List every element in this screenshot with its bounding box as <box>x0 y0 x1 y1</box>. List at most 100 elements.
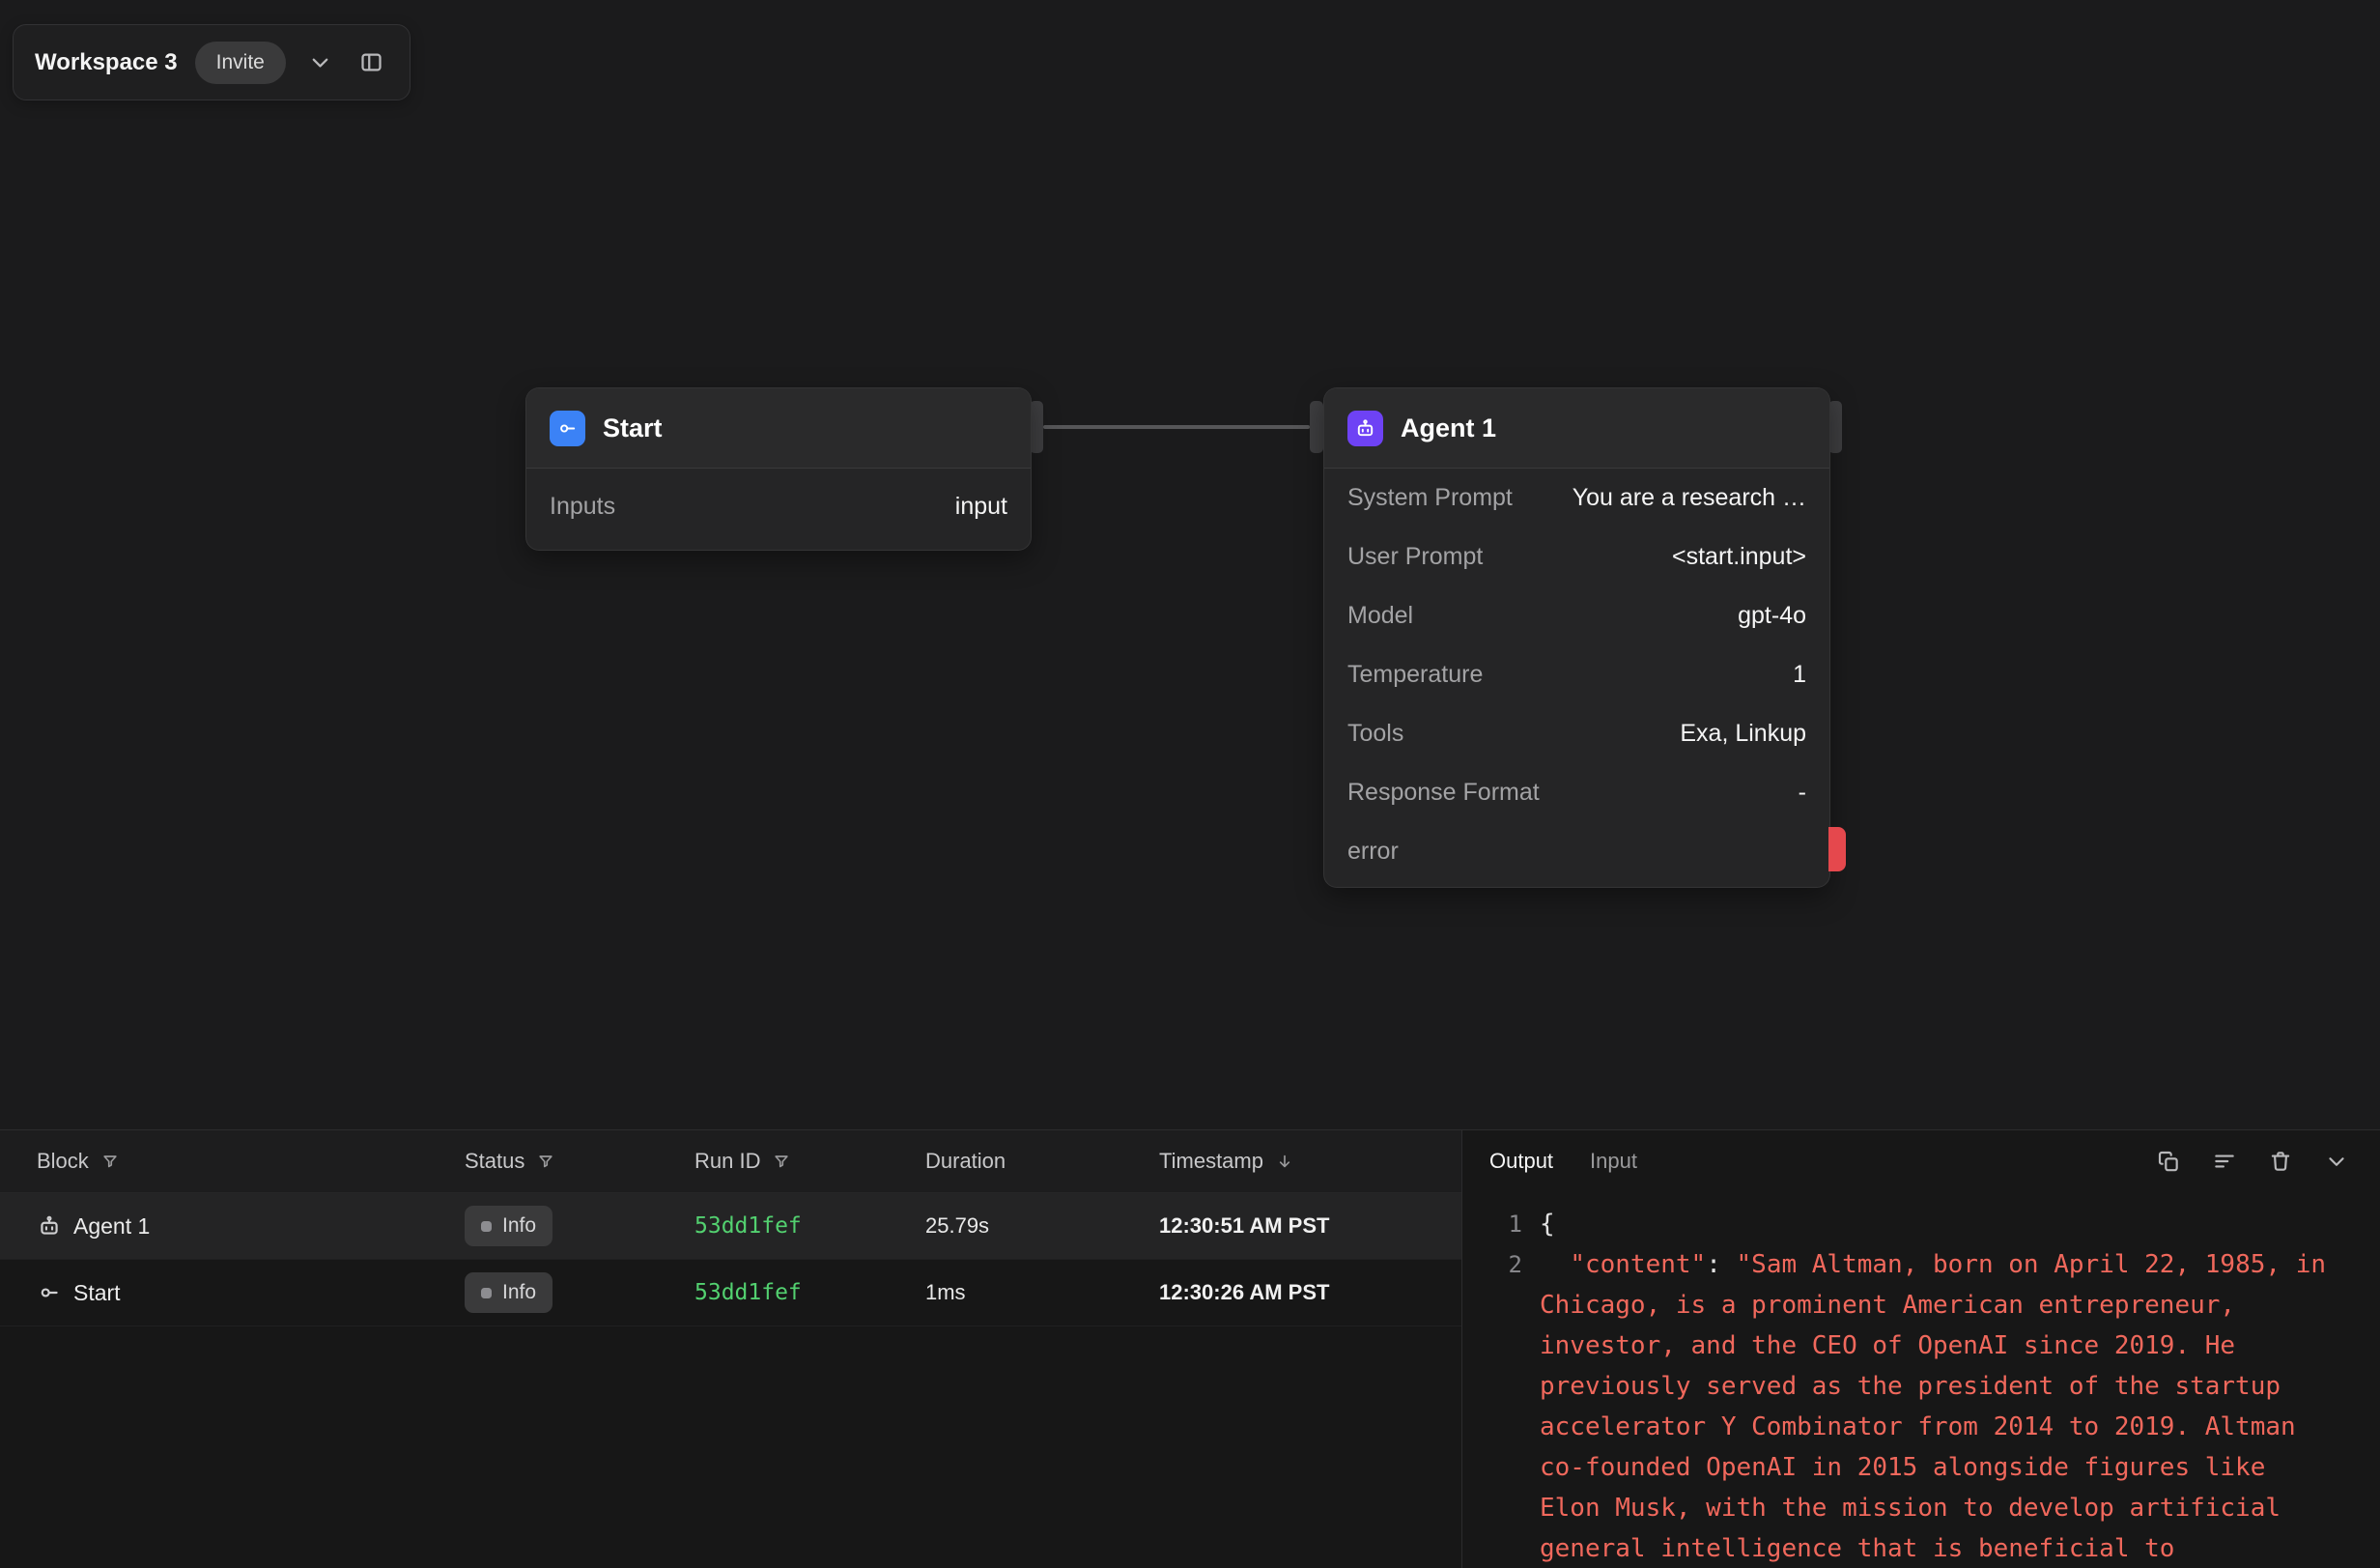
start-node-rows: Inputs input <box>526 469 1031 550</box>
line-number: 1 <box>1489 1204 1522 1244</box>
code-line: 1 { <box>1489 1204 2357 1244</box>
filter-icon[interactable] <box>536 1152 555 1171</box>
edge-start-to-agent[interactable] <box>1043 425 1310 429</box>
code-line: 2 "content": "Sam Altman, born on April … <box>1489 1244 2357 1568</box>
output-panel-actions <box>2152 1145 2353 1178</box>
timestamp-value: 12:30:26 AM PST <box>1159 1280 1329 1305</box>
row-label: User Prompt <box>1347 543 1483 571</box>
status-cell: Info <box>465 1206 694 1246</box>
duration-value: 25.79s <box>925 1213 989 1239</box>
trash-icon <box>2268 1149 2293 1174</box>
runs-table: Block Status Run ID Duration Timestamp <box>0 1130 1462 1568</box>
row-value: 1 <box>1793 661 1806 689</box>
agent-error-handle[interactable] <box>1828 827 1846 871</box>
status-badge: Info <box>465 1272 552 1313</box>
code-text: { <box>1540 1204 2332 1244</box>
robot-icon <box>37 1213 62 1239</box>
run-id-value: 53dd1fef <box>694 1280 802 1305</box>
status-cell: Info <box>465 1272 694 1313</box>
agent-node[interactable]: Agent 1 System Prompt You are a research… <box>1323 387 1830 888</box>
status-dot-icon <box>481 1288 492 1298</box>
block-cell: Agent 1 <box>0 1213 465 1240</box>
node-row: Temperature 1 <box>1347 645 1806 704</box>
run-row-start[interactable]: Start Info 53dd1fef 1ms 12:30:26 AM PST <box>0 1260 1461 1326</box>
sort-desc-icon[interactable] <box>1275 1152 1294 1171</box>
duration-cell: 1ms <box>925 1280 1159 1305</box>
wrap-text-button[interactable] <box>2208 1145 2241 1178</box>
bottom-panel: Block Status Run ID Duration Timestamp <box>0 1129 2380 1568</box>
code-separator: : <box>1706 1250 1736 1279</box>
status-label: Info <box>502 1281 536 1304</box>
column-label: Status <box>465 1149 524 1174</box>
filter-icon[interactable] <box>100 1152 120 1171</box>
chevron-down-icon <box>2324 1149 2349 1174</box>
line-number: 2 <box>1489 1244 1522 1568</box>
tab-input[interactable]: Input <box>1590 1149 1637 1174</box>
run-id-cell: 53dd1fef <box>694 1213 925 1239</box>
timestamp-cell: 12:30:51 AM PST <box>1159 1213 1461 1239</box>
block-cell: Start <box>0 1280 465 1306</box>
filter-icon[interactable] <box>772 1152 791 1171</box>
delete-button[interactable] <box>2264 1145 2297 1178</box>
output-code-viewer[interactable]: 1 { 2 "content": "Sam Altman, born on Ap… <box>1462 1192 2380 1568</box>
status-badge: Info <box>465 1206 552 1246</box>
run-id-cell: 53dd1fef <box>694 1280 925 1305</box>
start-node-title: Start <box>603 413 663 443</box>
node-row: error <box>1347 822 1806 881</box>
row-label: Response Format <box>1347 779 1540 807</box>
runs-table-header: Block Status Run ID Duration Timestamp <box>0 1130 1461 1193</box>
node-row: Response Format - <box>1347 763 1806 822</box>
node-row: Model gpt-4o <box>1347 586 1806 645</box>
column-header-run-id: Run ID <box>694 1149 925 1174</box>
column-label: Timestamp <box>1159 1149 1263 1174</box>
block-name: Agent 1 <box>73 1213 150 1240</box>
run-id-value: 53dd1fef <box>694 1213 802 1239</box>
status-dot-icon <box>481 1221 492 1232</box>
row-label: Temperature <box>1347 661 1483 689</box>
code-indent <box>1540 1250 1570 1279</box>
output-panel: Output Input <box>1462 1130 2380 1568</box>
wrap-text-icon <box>2212 1149 2237 1174</box>
code-key: "content" <box>1570 1250 1706 1279</box>
code-text: "content": "Sam Altman, born on April 22… <box>1540 1244 2332 1568</box>
row-value: - <box>1799 779 1806 807</box>
node-row: Inputs input <box>550 469 1007 544</box>
duration-cell: 25.79s <box>925 1213 1159 1239</box>
start-node-header: Start <box>526 388 1031 469</box>
status-label: Info <box>502 1214 536 1238</box>
row-value: Exa, Linkup <box>1680 720 1806 748</box>
timestamp-value: 12:30:51 AM PST <box>1159 1213 1329 1239</box>
copy-button[interactable] <box>2152 1145 2185 1178</box>
key-icon <box>550 411 585 446</box>
agent-node-rows: System Prompt You are a research … User … <box>1324 469 1829 887</box>
agent-node-header: Agent 1 <box>1324 388 1829 469</box>
agent-flow-app: Workspace 3 Invite Start Inputs <box>0 0 2380 1568</box>
row-value: input <box>955 493 1007 521</box>
row-label: error <box>1347 838 1399 866</box>
block-name: Start <box>73 1280 121 1306</box>
agent-input-handle[interactable] <box>1310 401 1323 453</box>
start-output-handle[interactable] <box>1030 401 1043 453</box>
agent-output-handle[interactable] <box>1828 401 1842 453</box>
column-label: Duration <box>925 1149 1006 1174</box>
column-label: Block <box>37 1149 89 1174</box>
column-header-block: Block <box>0 1149 465 1174</box>
code-string: "Sam Altman, born on April 22, 1985, in … <box>1540 1250 2341 1563</box>
start-node[interactable]: Start Inputs input <box>525 387 1032 551</box>
output-panel-header: Output Input <box>1462 1130 2380 1192</box>
row-label: System Prompt <box>1347 484 1513 512</box>
column-header-status: Status <box>465 1149 694 1174</box>
row-value: gpt-4o <box>1738 602 1806 630</box>
run-row-agent-1[interactable]: Agent 1 Info 53dd1fef 25.79s 12:30:51 AM… <box>0 1193 1461 1260</box>
row-label: Model <box>1347 602 1413 630</box>
duration-value: 1ms <box>925 1280 966 1305</box>
collapse-panel-button[interactable] <box>2320 1145 2353 1178</box>
node-row: Tools Exa, Linkup <box>1347 704 1806 763</box>
row-value: You are a research … <box>1572 484 1806 512</box>
column-header-timestamp: Timestamp <box>1159 1149 1461 1174</box>
code-punct: { <box>1540 1210 1555 1239</box>
key-icon <box>37 1280 62 1305</box>
row-label: Inputs <box>550 493 615 521</box>
robot-icon <box>1347 411 1383 446</box>
tab-output[interactable]: Output <box>1489 1149 1553 1174</box>
